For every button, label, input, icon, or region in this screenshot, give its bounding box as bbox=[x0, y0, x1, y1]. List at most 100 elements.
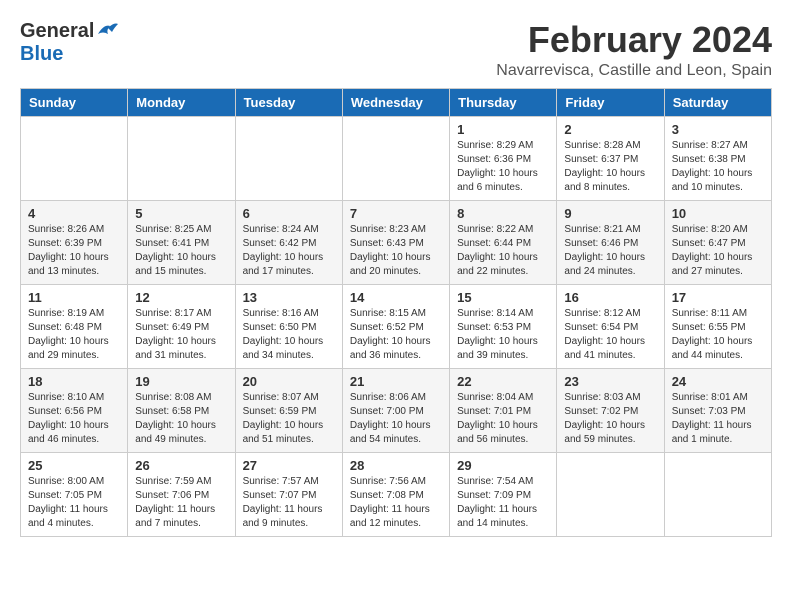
table-row: 2 Sunrise: 8:28 AM Sunset: 6:37 PM Daylig… bbox=[557, 116, 664, 200]
table-row: 20 Sunrise: 8:07 AM Sunset: 6:59 PM Dayli… bbox=[235, 368, 342, 452]
table-row: 13 Sunrise: 8:16 AM Sunset: 6:50 PM Dayli… bbox=[235, 284, 342, 368]
day-number: 18 bbox=[28, 374, 120, 389]
col-wednesday: Wednesday bbox=[342, 88, 449, 116]
table-row: 6 Sunrise: 8:24 AM Sunset: 6:42 PM Daylig… bbox=[235, 200, 342, 284]
location-title: Navarrevisca, Castille and Leon, Spain bbox=[496, 62, 772, 80]
day-info: Sunrise: 7:54 AM Sunset: 7:09 PM Dayligh… bbox=[457, 475, 549, 531]
day-number: 1 bbox=[457, 122, 549, 137]
day-info: Sunrise: 8:24 AM Sunset: 6:42 PM Dayligh… bbox=[243, 223, 335, 279]
month-title: February 2024 bbox=[496, 20, 772, 60]
table-row: 4 Sunrise: 8:26 AM Sunset: 6:39 PM Daylig… bbox=[21, 200, 128, 284]
day-info: Sunrise: 8:06 AM Sunset: 7:00 PM Dayligh… bbox=[350, 391, 442, 447]
day-number: 21 bbox=[350, 374, 442, 389]
col-monday: Monday bbox=[128, 88, 235, 116]
day-info: Sunrise: 8:29 AM Sunset: 6:36 PM Dayligh… bbox=[457, 139, 549, 195]
table-row: 24 Sunrise: 8:01 AM Sunset: 7:03 PM Dayli… bbox=[664, 368, 771, 452]
day-info: Sunrise: 8:08 AM Sunset: 6:58 PM Dayligh… bbox=[135, 391, 227, 447]
page-header: General Blue February 2024 Navarrevisca,… bbox=[20, 20, 772, 80]
table-row: 7Sunrise: 8:23 AM Sunset: 6:43 PM Daylig… bbox=[342, 200, 449, 284]
day-number: 23 bbox=[564, 374, 656, 389]
day-number: 5 bbox=[135, 206, 227, 221]
day-info: Sunrise: 8:01 AM Sunset: 7:03 PM Dayligh… bbox=[672, 391, 764, 447]
table-row bbox=[664, 452, 771, 536]
calendar-week-row: 1 Sunrise: 8:29 AM Sunset: 6:36 PM Daylig… bbox=[21, 116, 772, 200]
col-sunday: Sunday bbox=[21, 88, 128, 116]
logo-general-text: General bbox=[20, 20, 94, 43]
table-row: 17Sunrise: 8:11 AM Sunset: 6:55 PM Dayli… bbox=[664, 284, 771, 368]
day-info: Sunrise: 8:16 AM Sunset: 6:50 PM Dayligh… bbox=[243, 307, 335, 363]
table-row: 18 Sunrise: 8:10 AM Sunset: 6:56 PM Dayli… bbox=[21, 368, 128, 452]
day-number: 16 bbox=[564, 290, 656, 305]
table-row: 26Sunrise: 7:59 AM Sunset: 7:06 PM Dayli… bbox=[128, 452, 235, 536]
day-info: Sunrise: 8:25 AM Sunset: 6:41 PM Dayligh… bbox=[135, 223, 227, 279]
table-row bbox=[342, 116, 449, 200]
col-friday: Friday bbox=[557, 88, 664, 116]
day-number: 6 bbox=[243, 206, 335, 221]
day-info: Sunrise: 8:07 AM Sunset: 6:59 PM Dayligh… bbox=[243, 391, 335, 447]
table-row: 19 Sunrise: 8:08 AM Sunset: 6:58 PM Dayli… bbox=[128, 368, 235, 452]
day-number: 24 bbox=[672, 374, 764, 389]
table-row: 12 Sunrise: 8:17 AM Sunset: 6:49 PM Dayli… bbox=[128, 284, 235, 368]
day-number: 29 bbox=[457, 458, 549, 473]
table-row: 22 Sunrise: 8:04 AM Sunset: 7:01 PM Dayli… bbox=[450, 368, 557, 452]
day-info: Sunrise: 8:15 AM Sunset: 6:52 PM Dayligh… bbox=[350, 307, 442, 363]
table-row: 9 Sunrise: 8:21 AM Sunset: 6:46 PM Daylig… bbox=[557, 200, 664, 284]
day-number: 11 bbox=[28, 290, 120, 305]
day-number: 2 bbox=[564, 122, 656, 137]
day-info: Sunrise: 8:14 AM Sunset: 6:53 PM Dayligh… bbox=[457, 307, 549, 363]
day-info: Sunrise: 8:10 AM Sunset: 6:56 PM Dayligh… bbox=[28, 391, 120, 447]
title-section: February 2024 Navarrevisca, Castille and… bbox=[496, 20, 772, 80]
day-info: Sunrise: 8:27 AM Sunset: 6:38 PM Dayligh… bbox=[672, 139, 764, 195]
day-info: Sunrise: 7:57 AM Sunset: 7:07 PM Dayligh… bbox=[243, 475, 335, 531]
day-number: 28 bbox=[350, 458, 442, 473]
logo-blue-text: Blue bbox=[20, 43, 63, 65]
logo-bird-icon bbox=[96, 20, 118, 38]
day-number: 9 bbox=[564, 206, 656, 221]
table-row bbox=[128, 116, 235, 200]
col-thursday: Thursday bbox=[450, 88, 557, 116]
day-number: 10 bbox=[672, 206, 764, 221]
calendar-week-row: 4 Sunrise: 8:26 AM Sunset: 6:39 PM Daylig… bbox=[21, 200, 772, 284]
calendar-header-row: Sunday Monday Tuesday Wednesday Thursday… bbox=[21, 88, 772, 116]
day-number: 26 bbox=[135, 458, 227, 473]
day-info: Sunrise: 8:20 AM Sunset: 6:47 PM Dayligh… bbox=[672, 223, 764, 279]
table-row: 28 Sunrise: 7:56 AM Sunset: 7:08 PM Dayli… bbox=[342, 452, 449, 536]
day-info: Sunrise: 8:11 AM Sunset: 6:55 PM Dayligh… bbox=[672, 307, 764, 363]
table-row: 11 Sunrise: 8:19 AM Sunset: 6:48 PM Dayli… bbox=[21, 284, 128, 368]
day-info: Sunrise: 8:04 AM Sunset: 7:01 PM Dayligh… bbox=[457, 391, 549, 447]
day-number: 22 bbox=[457, 374, 549, 389]
day-info: Sunrise: 7:56 AM Sunset: 7:08 PM Dayligh… bbox=[350, 475, 442, 531]
day-number: 8 bbox=[457, 206, 549, 221]
table-row bbox=[235, 116, 342, 200]
col-saturday: Saturday bbox=[664, 88, 771, 116]
day-number: 19 bbox=[135, 374, 227, 389]
day-number: 13 bbox=[243, 290, 335, 305]
day-info: Sunrise: 8:23 AM Sunset: 6:43 PM Dayligh… bbox=[350, 223, 442, 279]
day-info: Sunrise: 8:03 AM Sunset: 7:02 PM Dayligh… bbox=[564, 391, 656, 447]
table-row: 14 Sunrise: 8:15 AM Sunset: 6:52 PM Dayli… bbox=[342, 284, 449, 368]
table-row: 1 Sunrise: 8:29 AM Sunset: 6:36 PM Daylig… bbox=[450, 116, 557, 200]
col-tuesday: Tuesday bbox=[235, 88, 342, 116]
day-number: 14 bbox=[350, 290, 442, 305]
table-row: 21 Sunrise: 8:06 AM Sunset: 7:00 PM Dayli… bbox=[342, 368, 449, 452]
day-number: 25 bbox=[28, 458, 120, 473]
table-row: 27Sunrise: 7:57 AM Sunset: 7:07 PM Dayli… bbox=[235, 452, 342, 536]
day-info: Sunrise: 8:19 AM Sunset: 6:48 PM Dayligh… bbox=[28, 307, 120, 363]
day-info: Sunrise: 8:28 AM Sunset: 6:37 PM Dayligh… bbox=[564, 139, 656, 195]
calendar-week-row: 25Sunrise: 8:00 AM Sunset: 7:05 PM Dayli… bbox=[21, 452, 772, 536]
table-row: 29 Sunrise: 7:54 AM Sunset: 7:09 PM Dayli… bbox=[450, 452, 557, 536]
day-number: 20 bbox=[243, 374, 335, 389]
day-number: 12 bbox=[135, 290, 227, 305]
day-number: 15 bbox=[457, 290, 549, 305]
day-info: Sunrise: 8:26 AM Sunset: 6:39 PM Dayligh… bbox=[28, 223, 120, 279]
day-info: Sunrise: 8:12 AM Sunset: 6:54 PM Dayligh… bbox=[564, 307, 656, 363]
day-number: 4 bbox=[28, 206, 120, 221]
table-row: 15 Sunrise: 8:14 AM Sunset: 6:53 PM Dayli… bbox=[450, 284, 557, 368]
calendar-week-row: 11 Sunrise: 8:19 AM Sunset: 6:48 PM Dayli… bbox=[21, 284, 772, 368]
day-info: Sunrise: 8:17 AM Sunset: 6:49 PM Dayligh… bbox=[135, 307, 227, 363]
day-info: Sunrise: 8:21 AM Sunset: 6:46 PM Dayligh… bbox=[564, 223, 656, 279]
logo: General Blue bbox=[20, 20, 118, 66]
calendar-week-row: 18 Sunrise: 8:10 AM Sunset: 6:56 PM Dayli… bbox=[21, 368, 772, 452]
table-row: 16 Sunrise: 8:12 AM Sunset: 6:54 PM Dayli… bbox=[557, 284, 664, 368]
table-row: 10 Sunrise: 8:20 AM Sunset: 6:47 PM Dayli… bbox=[664, 200, 771, 284]
